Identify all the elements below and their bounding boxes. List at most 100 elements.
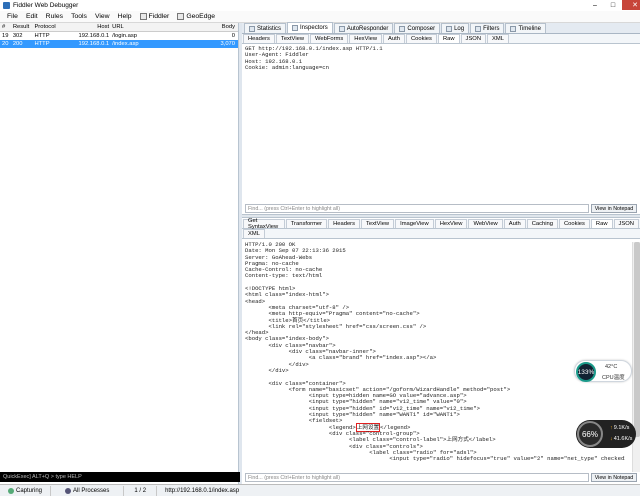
cpu-usage-gauge: 133% [576,362,596,382]
fiddler-icon [139,13,147,20]
tab-timeline[interactable]: Timeline [505,23,546,33]
close-button[interactable]: ✕ [622,0,640,10]
tab-label: Inspectors [300,25,328,31]
capturing-indicator[interactable]: Capturing [0,485,52,496]
col-body[interactable]: Body [201,24,238,30]
req-tab-auth[interactable]: Auth [383,34,405,43]
req-tab-textview[interactable]: TextView [275,34,310,43]
menu-view[interactable]: View [91,13,114,20]
geoedge-icon [177,13,185,20]
tab-label: Statistics [257,25,282,32]
resp-tab-caching[interactable]: Caching [526,219,558,228]
tab-label: Filters [483,25,500,32]
tab-label: Log [454,25,465,32]
session-protocol: HTTP [34,33,50,39]
resp-tab-transformer[interactable]: Transformer [285,219,328,228]
req-tab-xml[interactable]: XML [487,34,509,43]
lightning-icon [338,25,345,32]
session-url: /login.asp [112,33,137,39]
top-tabs: Statistics Inspectors AutoResponder Comp… [242,22,640,34]
tab-label: Composer [407,25,436,32]
resp-tab-json[interactable]: JSON [613,219,639,228]
session-result: 200 [12,41,23,47]
tab-log[interactable]: Log [441,23,470,33]
request-find-input[interactable]: Find... (press Ctrl+Enter to highlight a… [245,204,589,213]
tab-composer[interactable]: Composer [394,23,441,33]
quickexec-box[interactable]: QuickExec] ALT+Q > type HELP [0,472,240,482]
fiddler-toolbar-button[interactable]: Fiddler [136,13,174,20]
tab-autoresponder[interactable]: AutoResponder [333,23,394,33]
cpu-temp-widget: 133% 42°C CPU温度 [574,360,632,382]
network-speed-widget: 66% ↑9.1K/s ↓41.6K/s [576,420,636,448]
response-view-notepad-button[interactable]: View in Notepad [591,473,637,482]
req-tab-webforms[interactable]: WebForms [310,34,349,43]
window-controls: – □ ✕ [586,0,640,10]
resp-tab-webview[interactable]: WebView [468,219,503,228]
menu-edit[interactable]: Edit [22,13,42,20]
menu-help[interactable]: Help [114,13,136,20]
session-row[interactable]: 19 302 HTTP 192.168.0.1 /login.asp 0 [0,32,238,40]
log-icon [446,25,453,32]
statistics-icon [249,25,255,32]
col-url[interactable]: URL [112,24,200,30]
response-raw-text[interactable]: HTTP/1.0 200 OK Date: Mon Sep 07 22:13:3… [245,242,625,472]
request-raw-text[interactable]: GET http://192.168.0.1/index.asp HTTP/1.… [245,45,630,201]
resp-tab-syntaxview[interactable]: Get SyntaxView [243,218,285,230]
col-host[interactable]: Host [68,24,112,30]
req-tab-cookies[interactable]: Cookies [405,34,437,43]
response-find-bar: Find... (press Ctrl+Enter to highlight a… [245,473,637,482]
req-tab-hexview[interactable]: HexView [349,34,383,43]
resp-tab-xml[interactable]: XML [243,229,265,238]
response-tabs-row2: XML [242,229,640,239]
filter-icon [475,25,482,32]
sessions-panel: # Result Protocol Host URL Body 19 302 H… [0,23,239,484]
request-find-bar: Find... (press Ctrl+Enter to highlight a… [245,204,637,213]
response-find-input[interactable]: Find... (press Ctrl+Enter to highlight a… [245,473,589,482]
highlighted-legend-text: 上网设置 [355,422,381,432]
menu-rules[interactable]: Rules [42,13,67,20]
pane-splitter[interactable] [242,214,640,218]
req-tab-json[interactable]: JSON [460,34,487,43]
upload-value: 9.1K/s [613,425,630,431]
session-host: 192.168.0.1 [78,33,110,39]
process-icon [65,487,72,494]
resp-tab-headers[interactable]: Headers [328,219,361,228]
col-protocol[interactable]: Protocol [34,24,67,30]
request-view-notepad-button[interactable]: View in Notepad [591,204,637,213]
tab-statistics[interactable]: Statistics [244,23,287,33]
maximize-button[interactable]: □ [604,0,622,10]
resp-tab-imageview[interactable]: ImageView [395,219,434,228]
tab-label: Timeline [518,25,541,32]
menu-tools[interactable]: Tools [67,13,91,20]
timeline-icon [510,25,517,32]
col-number[interactable]: # [0,24,13,30]
upload-arrow-icon: ↑ [610,425,613,431]
col-result[interactable]: Result [13,24,35,30]
minimize-button[interactable]: – [586,0,604,10]
menu-file[interactable]: File [3,13,22,20]
resp-tab-cookies[interactable]: Cookies [558,219,590,228]
tab-filters[interactable]: Filters [470,23,505,33]
resp-tab-auth[interactable]: Auth [503,219,526,228]
session-body: 3,070 [220,41,236,47]
req-tab-headers[interactable]: Headers [243,34,275,43]
sessions-header: # Result Protocol Host URL Body [0,23,238,32]
capture-icon [8,487,14,494]
geoedge-toolbar-button[interactable]: GeoEdge [173,13,219,20]
request-tabs: Headers TextView WebForms HexView Auth C… [242,34,640,44]
resp-tab-hexview[interactable]: HexView [434,219,468,228]
window-title: Fiddler Web Debugger [13,2,79,9]
session-row-selected[interactable]: 20 200 HTTP 192.168.0.1 /index.asp 3,070 [0,40,238,48]
scrollbar-thumb[interactable] [634,242,640,437]
resp-tab-raw[interactable]: Raw [590,219,613,228]
req-tab-raw[interactable]: Raw [437,34,460,43]
download-speed: ↓41.6K/s [610,436,632,442]
session-result: 302 [12,33,23,39]
status-bar: Capturing All Processes 1 / 2 http://192… [0,484,640,496]
resp-tab-textview[interactable]: TextView [361,219,395,228]
process-filter[interactable]: All Processes [51,485,125,496]
download-arrow-icon: ↓ [610,436,613,442]
tab-inspectors[interactable]: Inspectors [287,22,333,33]
session-protocol: HTTP [34,41,50,47]
inspectors-icon [292,25,299,31]
